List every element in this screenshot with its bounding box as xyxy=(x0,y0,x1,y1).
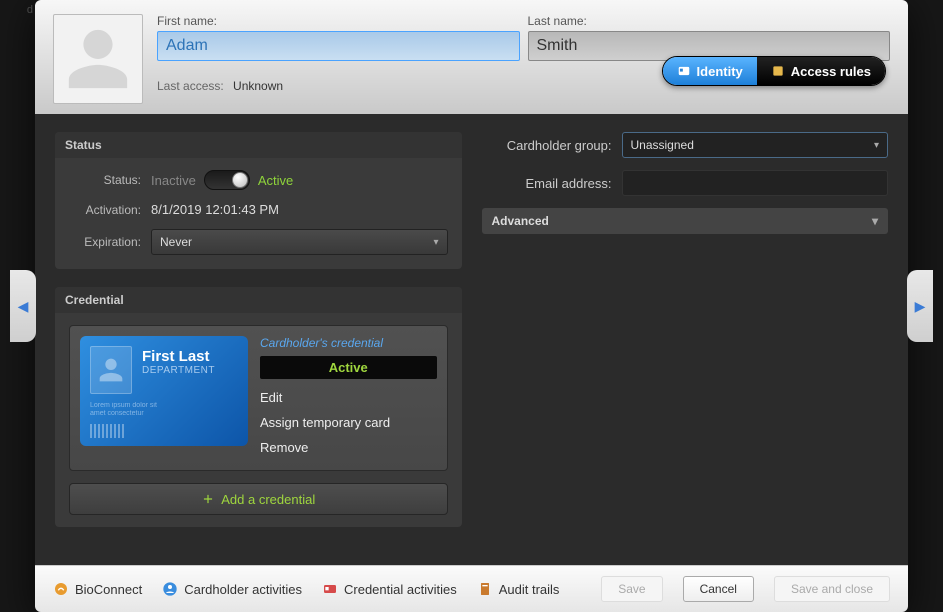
last-name-label: Last name: xyxy=(528,14,891,28)
dialog-header: First name: Last name: Last access: Unkn… xyxy=(35,0,908,114)
avatar-placeholder[interactable] xyxy=(53,14,143,104)
id-card-dept: DEPARTMENT xyxy=(90,365,238,376)
status-label: Status: xyxy=(69,173,141,187)
activation-label: Activation: xyxy=(69,203,141,217)
credential-assign-link[interactable]: Assign temporary card xyxy=(260,410,437,435)
barcode-icon xyxy=(90,424,124,438)
activation-value: 8/1/2019 12:01:43 PM xyxy=(151,202,279,217)
credential-panel-title: Credential xyxy=(55,287,462,313)
credential-edit-link[interactable]: Edit xyxy=(260,385,437,410)
credential-remove-link[interactable]: Remove xyxy=(260,435,437,460)
cardholder-dialog: First name: Last name: Last access: Unkn… xyxy=(35,0,908,612)
tab-access-rules[interactable]: Access rules xyxy=(757,57,885,85)
expiration-label: Expiration: xyxy=(69,235,141,249)
first-name-input[interactable] xyxy=(157,31,520,61)
status-inactive-text: Inactive xyxy=(151,173,196,188)
advanced-toggle[interactable]: Advanced xyxy=(482,208,889,234)
cancel-button[interactable]: Cancel xyxy=(683,576,754,602)
cardholder-group-label: Cardholder group: xyxy=(482,138,612,153)
view-tabs: Identity Access rules xyxy=(662,56,886,86)
credential-title: Cardholder's credential xyxy=(260,336,437,350)
first-name-label: First name: xyxy=(157,14,520,28)
save-and-close-button[interactable]: Save and close xyxy=(774,576,890,602)
credential-card[interactable]: First Last DEPARTMENT Lorem ipsum dolor … xyxy=(69,325,448,471)
bioconnect-link[interactable]: BioConnect xyxy=(53,581,142,597)
expiration-select[interactable]: Never xyxy=(151,229,448,255)
last-access-value: Unknown xyxy=(233,79,283,93)
cardholder-activities-link[interactable]: Cardholder activities xyxy=(162,581,302,597)
cardholder-group-select[interactable]: Unassigned xyxy=(622,132,889,158)
last-access-label: Last access: xyxy=(157,79,224,93)
credential-activities-link[interactable]: Credential activities xyxy=(322,581,457,597)
status-active-text: Active xyxy=(258,173,293,188)
status-toggle[interactable] xyxy=(204,170,250,190)
email-input[interactable] xyxy=(622,170,889,196)
status-panel: Status Status: Inactive Active Activatio… xyxy=(55,132,462,269)
add-credential-button[interactable]: Add a credential xyxy=(69,483,448,515)
prev-record-arrow[interactable]: ◀ xyxy=(10,270,36,342)
dialog-footer: BioConnect Cardholder activities Credent… xyxy=(35,565,908,612)
email-label: Email address: xyxy=(482,176,612,191)
next-record-arrow[interactable]: ▶ xyxy=(907,270,933,342)
credential-panel: Credential First Last DEPARTMENT Lorem i… xyxy=(55,287,462,527)
audit-trails-link[interactable]: Audit trails xyxy=(477,581,560,597)
id-card-preview: First Last DEPARTMENT Lorem ipsum dolor … xyxy=(80,336,248,446)
credential-status-badge: Active xyxy=(260,356,437,379)
save-button[interactable]: Save xyxy=(601,576,662,602)
status-panel-title: Status xyxy=(55,132,462,158)
tab-identity[interactable]: Identity xyxy=(663,57,757,85)
